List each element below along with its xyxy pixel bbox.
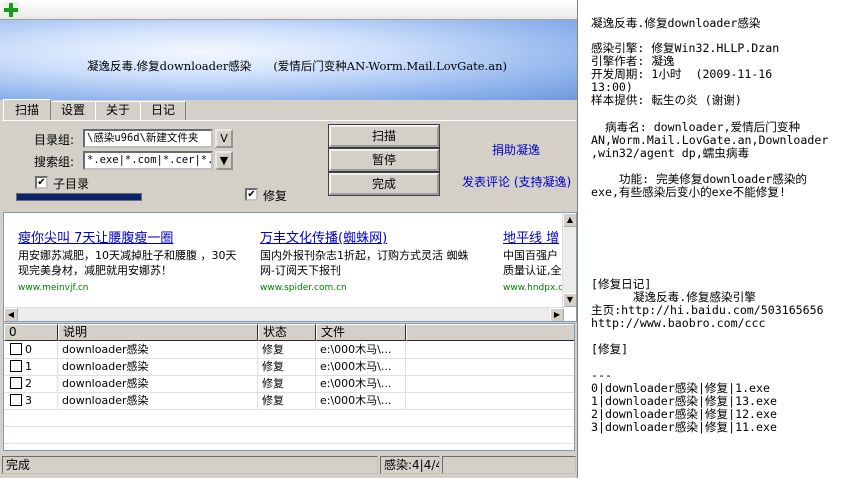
ad-desc: 用安娜苏减肥，10天减掉肚子和腰腹 ，30天 — [18, 249, 237, 262]
search-label: 搜索组: — [34, 155, 75, 169]
ad-url[interactable]: www.meinvjf.cn — [18, 283, 258, 293]
row-id: 3 — [25, 394, 32, 407]
ad-desc: 现完美身材，减肥就用安娜苏！ — [18, 264, 172, 277]
row-status: 修复 — [258, 342, 316, 358]
results-table: 0 说明 状态 文件 0 downloader感染 修复 e:\000木马\..… — [3, 323, 575, 451]
tab-log[interactable]: 日记 — [140, 101, 187, 120]
ad-title[interactable]: 地平线 增 — [503, 227, 563, 246]
ad-area: 瘦你尖叫 7天让腰腹瘦一圈 用安娜苏减肥，10天减掉肚子和腰腹 ，30天 现完美… — [3, 212, 577, 322]
row-checkbox[interactable] — [10, 360, 22, 372]
donate-link[interactable]: 捐助凝逸 — [492, 141, 540, 158]
row-id: 0 — [25, 343, 32, 356]
row-id: 2 — [25, 377, 32, 390]
dir-browse-button[interactable]: V — [215, 129, 233, 148]
scroll-up-icon[interactable]: ▲ — [563, 213, 576, 227]
notes-panel: 凝逸反毒.修复downloader感染 感染引擎: 修复Win32.HLLP.D… — [591, 0, 846, 478]
row-desc: downloader感染 — [58, 342, 258, 358]
notes-line: 3|downloader感染|修复|11.exe — [591, 420, 777, 434]
empty-row — [4, 427, 574, 444]
progress-bar — [16, 193, 142, 201]
table-row[interactable]: 0 downloader感染 修复 e:\000木马\... — [4, 342, 574, 359]
row-id: 1 — [25, 360, 32, 373]
tab-settings[interactable]: 设置 — [50, 101, 97, 120]
repair-checkbox[interactable]: ✔ — [245, 188, 258, 201]
ad-desc: 网-订阅天下报刊 — [260, 264, 341, 277]
row-id-cell: 1 — [4, 359, 58, 375]
search-input[interactable]: *.exe|*.com|*.cer|*.c: — [83, 151, 213, 170]
ad-desc: 质量认证,全 — [503, 264, 562, 277]
row-desc: downloader感染 — [58, 376, 258, 392]
ad-horizontal-scrollbar[interactable]: ◀ ▶ — [4, 307, 564, 321]
scan-button[interactable]: 扫描 — [328, 124, 440, 148]
table-row[interactable]: 1 downloader感染 修复 e:\000木马\... — [4, 359, 574, 376]
plus-icon — [3, 2, 19, 18]
app-window: 凝逸反毒.修复downloader感染 (爱情后门变种AN-Worm.Mail.L… — [0, 0, 578, 478]
title-bar[interactable] — [0, 0, 577, 20]
ad-url[interactable]: www.spider.com.cn — [260, 283, 495, 293]
ad-vertical-scrollbar[interactable]: ▲ ▼ — [562, 213, 576, 307]
notes-line: 凝逸反毒.修复downloader感染 — [591, 16, 761, 30]
tab-about[interactable]: 关于 — [95, 101, 142, 120]
ad-item[interactable]: 瘦你尖叫 7天让腰腹瘦一圈 用安娜苏减肥，10天减掉肚子和腰腹 ，30天 现完美… — [18, 227, 258, 293]
comment-link[interactable]: 发表评论 (支持凝逸) — [462, 173, 571, 190]
ad-title[interactable]: 瘦你尖叫 7天让腰腹瘦一圈 — [18, 227, 258, 246]
row-checkbox[interactable] — [10, 377, 22, 389]
status-count: 感染:4|4/4 — [380, 456, 440, 474]
tab-scan[interactable]: 扫描 — [3, 99, 52, 120]
row-status: 修复 — [258, 359, 316, 375]
row-status: 修复 — [258, 376, 316, 392]
status-spare — [442, 456, 576, 474]
column-header-desc[interactable]: 说明 — [58, 324, 258, 341]
table-row[interactable]: 2 downloader感染 修复 e:\000木马\... — [4, 376, 574, 393]
scroll-left-icon[interactable]: ◀ — [4, 308, 18, 321]
banner: 凝逸反毒.修复downloader感染 (爱情后门变种AN-Worm.Mail.L… — [0, 20, 577, 100]
column-header-filler — [406, 324, 574, 341]
notes-line: http://www.baobro.com/ccc — [591, 316, 766, 330]
row-checkbox[interactable] — [10, 343, 22, 355]
column-header-id[interactable]: 0 — [4, 324, 58, 341]
row-checkbox[interactable] — [10, 394, 22, 406]
row-file: e:\000木马\... — [316, 359, 406, 375]
chevron-down-icon[interactable]: ▼ — [215, 151, 233, 170]
row-status: 修复 — [258, 393, 316, 409]
row-file: e:\000木马\... — [316, 393, 406, 409]
ad-desc: 中国百强户 — [503, 249, 558, 262]
status-text: 完成 — [2, 456, 378, 474]
row-file: e:\000木马\... — [316, 376, 406, 392]
dir-label: 目录组: — [34, 133, 75, 147]
scroll-down-icon[interactable]: ▼ — [563, 293, 576, 307]
ad-item[interactable]: 地平线 增 中国百强户 质量认证,全 www.hndpx.c — [503, 227, 563, 293]
repair-label: 修复 — [263, 189, 288, 203]
row-id-cell: 2 — [4, 376, 58, 392]
notes-line: exe,有些感染后变小的exe不能修复! — [591, 185, 786, 199]
row-file: e:\000木马\... — [316, 342, 406, 358]
ad-item[interactable]: 万丰文化传播(蜘蛛网) 国内外报刊杂志1折起，订购方式灵活 蜘蛛 网-订阅天下报… — [260, 227, 495, 293]
ad-desc: 国内外报刊杂志1折起，订购方式灵活 蜘蛛 — [260, 249, 469, 262]
column-header-file[interactable]: 文件 — [316, 324, 406, 341]
scroll-right-icon[interactable]: ▶ — [550, 308, 564, 321]
banner-title: 凝逸反毒.修复downloader感染 — [87, 59, 252, 73]
notes-line: 样本提供: 転生の炎 (谢谢) — [591, 93, 742, 107]
status-bar: 完成 感染:4|4/4 — [0, 455, 577, 476]
row-desc: downloader感染 — [58, 393, 258, 409]
dir-input[interactable]: \感染u96d\新建文件夹 — [83, 129, 213, 148]
notes-line: [修复] — [591, 342, 629, 356]
empty-row — [4, 410, 574, 427]
table-header: 0 说明 状态 文件 — [4, 324, 574, 341]
ad-url[interactable]: www.hndpx.c — [503, 283, 563, 293]
row-id-cell: 0 — [4, 342, 58, 358]
subdir-label: 子目录 — [53, 177, 90, 191]
row-id-cell: 3 — [4, 393, 58, 409]
banner-text: 凝逸反毒.修复downloader感染 (爱情后门变种AN-Worm.Mail.L… — [0, 58, 577, 74]
done-button[interactable]: 完成 — [328, 172, 440, 196]
row-desc: downloader感染 — [58, 359, 258, 375]
subdir-checkbox[interactable]: ✔ — [35, 176, 48, 189]
ad-title[interactable]: 万丰文化传播(蜘蛛网) — [260, 227, 495, 246]
tab-bar: 扫描 设置 关于 日记 — [3, 99, 187, 121]
column-header-status[interactable]: 状态 — [258, 324, 316, 341]
table-row[interactable]: 3 downloader感染 修复 e:\000木马\... — [4, 393, 574, 410]
notes-line: ,win32/agent dp,蠕虫病毒 — [591, 146, 750, 160]
pause-button[interactable]: 暂停 — [328, 148, 440, 172]
banner-subtitle: (爱情后门变种AN-Worm.Mail.LovGate.an) — [273, 59, 508, 73]
